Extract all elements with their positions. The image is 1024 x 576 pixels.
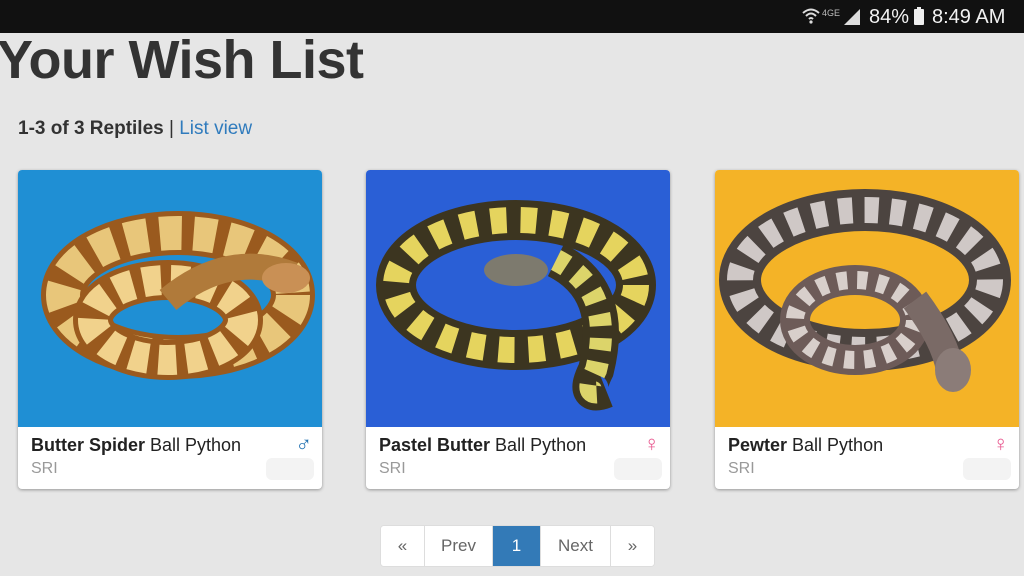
female-icon: ♀ xyxy=(643,431,661,456)
first-page-button[interactable]: « xyxy=(381,526,425,566)
reptile-species: Ball Python xyxy=(787,435,884,455)
page-title: Your Wish List xyxy=(0,30,364,90)
male-icon: ♂ xyxy=(295,431,313,456)
next-page-button[interactable]: Next xyxy=(541,526,611,566)
seller-logo xyxy=(614,458,662,480)
seller-name: SRI xyxy=(379,460,406,477)
snake-photo[interactable] xyxy=(366,170,670,427)
clock: 8:49 AM xyxy=(932,6,1006,28)
signal-icon xyxy=(844,9,860,25)
seller-name: SRI xyxy=(728,460,755,477)
reptile-card[interactable]: Pastel Butter Ball Python SRI ♀ xyxy=(366,170,670,489)
reptile-card[interactable]: Butter Spider Ball Python SRI ♂ xyxy=(18,170,322,489)
results-count: 1-3 of 3 Reptiles xyxy=(18,118,164,139)
last-page-button[interactable]: » xyxy=(611,526,654,566)
list-view-link[interactable]: List view xyxy=(179,118,252,139)
status-bar: 4GE 84% 8:49 AM xyxy=(0,0,1024,33)
reptile-morph: Pastel Butter xyxy=(379,435,491,455)
prev-page-button[interactable]: Prev xyxy=(425,526,493,566)
results-summary: 1-3 of 3 Reptiles | List view xyxy=(18,117,252,141)
snake-photo[interactable] xyxy=(18,170,322,427)
reptile-name[interactable]: Pewter Ball Python xyxy=(728,434,883,456)
network-type-label: 4GE xyxy=(822,8,841,18)
female-icon: ♀ xyxy=(992,431,1010,456)
reptile-card[interactable]: Pewter Ball Python SRI ♀ xyxy=(715,170,1019,489)
current-page-button[interactable]: 1 xyxy=(493,526,541,566)
battery-percent: 84% xyxy=(869,6,910,28)
seller-name: SRI xyxy=(31,460,58,477)
wifi-icon xyxy=(802,8,820,24)
reptile-name[interactable]: Pastel Butter Ball Python xyxy=(379,434,586,456)
reptile-species: Ball Python xyxy=(490,435,587,455)
seller-logo xyxy=(963,458,1011,480)
summary-separator: | xyxy=(169,118,174,139)
reptile-species: Ball Python xyxy=(145,435,242,455)
battery-icon xyxy=(914,7,924,25)
reptile-morph: Pewter xyxy=(728,435,788,455)
pagination: « Prev 1 Next » xyxy=(380,525,655,567)
reptile-morph: Butter Spider xyxy=(31,435,146,455)
snake-photo[interactable] xyxy=(715,170,1019,427)
seller-logo xyxy=(266,458,314,480)
reptile-name[interactable]: Butter Spider Ball Python xyxy=(31,434,241,456)
